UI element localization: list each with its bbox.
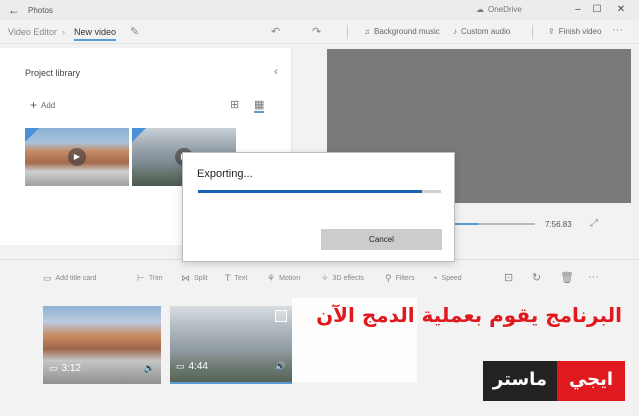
toolbar-divider bbox=[347, 25, 348, 39]
in-use-marker bbox=[132, 128, 146, 142]
logo-word-egy: ايجي bbox=[557, 361, 625, 401]
rename-pencil-icon[interactable]: ✎ bbox=[130, 25, 139, 38]
trim-button[interactable]: ⊢ Trim bbox=[137, 273, 163, 284]
export-progress-fill bbox=[198, 190, 422, 193]
3d-effects-icon: ✧ bbox=[321, 273, 329, 283]
play-icon: ▶ bbox=[68, 148, 86, 166]
breadcrumb-new-video[interactable]: New video bbox=[74, 27, 117, 41]
more-options-icon[interactable]: ··· bbox=[588, 271, 599, 283]
delete-icon[interactable]: 🗑 bbox=[560, 271, 574, 284]
speed-icon: ◔ bbox=[432, 273, 438, 283]
volume-icon[interactable]: 🔊 bbox=[275, 361, 286, 372]
text-icon: T bbox=[225, 273, 231, 283]
split-button[interactable]: ⋈ Split bbox=[181, 273, 208, 284]
collapse-chevron-icon[interactable]: ‹ bbox=[274, 64, 278, 78]
in-use-marker bbox=[25, 128, 39, 142]
title-bar: ← Photos ☁ OneDrive – ☐ ✕ bbox=[0, 0, 639, 20]
volume-icon[interactable]: 🔊 bbox=[144, 363, 155, 374]
toolbar-divider bbox=[532, 25, 533, 39]
add-media-button[interactable]: + Add bbox=[30, 98, 55, 112]
add-title-card-button[interactable]: ▭ Add title card bbox=[43, 273, 96, 284]
custom-audio-button[interactable]: ♪ Custom audio bbox=[453, 27, 510, 36]
motion-icon: ⚘ bbox=[267, 273, 276, 283]
video-clip-icon: ▭ bbox=[176, 361, 185, 371]
speed-button[interactable]: ◔ Speed bbox=[432, 273, 462, 283]
resize-icon[interactable]: ⊡ bbox=[504, 271, 513, 284]
playback-progress bbox=[455, 223, 479, 225]
project-library-title: Project library bbox=[25, 68, 81, 78]
custom-audio-icon: ♪ bbox=[453, 27, 457, 36]
rotate-icon[interactable]: ↻ bbox=[532, 271, 541, 284]
split-icon: ⋈ bbox=[181, 273, 190, 283]
export-dialog: Exporting... Cancel bbox=[182, 152, 455, 262]
cancel-button[interactable]: Cancel bbox=[321, 229, 442, 250]
playback-scrubber[interactable] bbox=[455, 223, 535, 225]
title-card-icon: ▭ bbox=[43, 273, 52, 283]
storyboard-clip[interactable]: ▭ 3:12 🔊 bbox=[43, 306, 161, 384]
export-progress-bar bbox=[198, 190, 441, 193]
editor-toolbar: Video Editor › New video ✎ ↶ ↷ ♫ Backgro… bbox=[0, 20, 639, 44]
text-button[interactable]: T Text bbox=[225, 273, 247, 283]
dialog-title: Exporting... bbox=[197, 168, 253, 180]
storyboard-clip[interactable]: ▭ 4:44 🔊 bbox=[170, 306, 292, 384]
clip-duration: ▭ 4:44 bbox=[176, 361, 208, 372]
site-logo: ماستر ايجي bbox=[483, 361, 625, 401]
list-view-icon[interactable]: ▦ bbox=[254, 98, 265, 113]
breadcrumb-video-editor[interactable]: Video Editor bbox=[8, 27, 57, 37]
playback-time: 7:56.83 bbox=[545, 220, 572, 229]
music-note-icon: ♫ bbox=[364, 27, 370, 36]
redo-icon[interactable]: ↷ bbox=[312, 25, 321, 38]
finish-video-button[interactable]: ⇪ Finish video bbox=[548, 27, 601, 36]
background-music-button[interactable]: ♫ Background music bbox=[364, 27, 440, 36]
grid-view-icon[interactable]: ⊞ bbox=[230, 98, 239, 111]
clip-duration: ▭ 3:12 bbox=[49, 363, 81, 374]
breadcrumb-separator: › bbox=[62, 27, 65, 37]
export-icon: ⇪ bbox=[548, 27, 555, 36]
logo-word-master: ماستر bbox=[483, 361, 557, 401]
cloud-icon: ☁ bbox=[476, 5, 484, 14]
library-thumbnail-desert[interactable]: ▶ bbox=[25, 128, 129, 186]
filters-button[interactable]: ⚲ Filters bbox=[385, 273, 415, 284]
motion-button[interactable]: ⚘ Motion bbox=[267, 273, 300, 284]
plus-icon: + bbox=[30, 98, 38, 112]
video-clip-icon: ▭ bbox=[49, 363, 58, 373]
back-arrow-icon[interactable]: ← bbox=[0, 3, 28, 17]
3d-effects-button[interactable]: ✧ 3D effects bbox=[321, 273, 364, 284]
storyboard-toolbar: ▭ Add title card ⊢ Trim ⋈ Split T Text ⚘… bbox=[0, 259, 639, 295]
fullscreen-icon[interactable]: ⤢ bbox=[590, 218, 598, 229]
trim-icon: ⊢ bbox=[137, 273, 145, 283]
more-options-icon[interactable]: ··· bbox=[612, 24, 623, 36]
close-icon[interactable]: ✕ bbox=[601, 0, 639, 20]
onedrive-status[interactable]: ☁ OneDrive bbox=[476, 5, 522, 14]
filters-icon: ⚲ bbox=[385, 273, 392, 283]
arabic-caption: البرنامج يقوم بعملية الدمج الآن bbox=[316, 303, 622, 327]
app-name: Photos bbox=[28, 5, 53, 15]
undo-icon[interactable]: ↶ bbox=[271, 25, 280, 38]
